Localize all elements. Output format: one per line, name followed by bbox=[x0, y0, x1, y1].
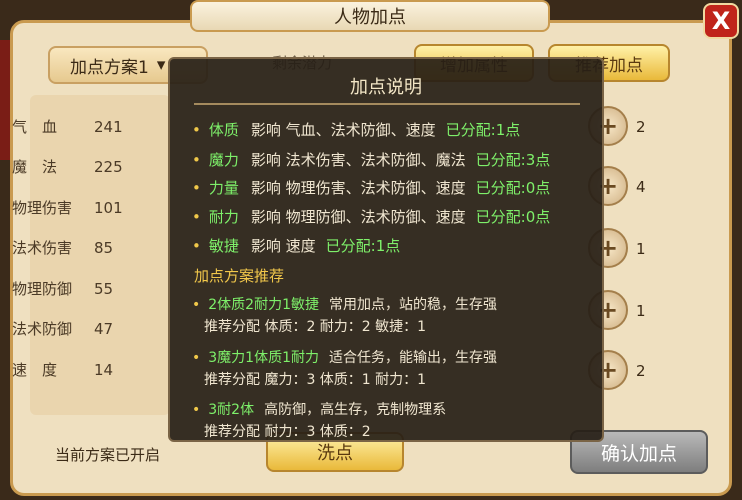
recommendation-alloc: 推荐分配 体质：2 耐力：2 敏捷：1 bbox=[204, 319, 427, 335]
stat-value: 241 bbox=[94, 117, 123, 136]
stat-row: 速 度 14 bbox=[12, 359, 113, 380]
recommendation-name: 2体质2耐力1敏捷 bbox=[208, 297, 319, 313]
stat-value: 14 bbox=[94, 360, 114, 379]
recommendation-desc: 适合任务，能输出，生存强 bbox=[329, 350, 497, 366]
recommendation-item: • 3魔力1体质1耐力 适合任务，能输出，生存强 bbox=[192, 347, 497, 367]
stat-name: 物理防御 bbox=[12, 280, 73, 298]
attribute-name: 魔力 bbox=[208, 151, 239, 169]
stat-value: 47 bbox=[94, 319, 114, 338]
points-explanation-tooltip: 加点说明 • 体质 影响 气血、法术防御、速度 已分配:1点 • 魔力 影响 法术伤害、法… bbox=[168, 57, 604, 442]
bullet-icon: • bbox=[192, 297, 201, 313]
attribute-explanation: • 体质 影响 气血、法术防御、速度 已分配:1点 bbox=[192, 119, 520, 140]
bullet-icon: • bbox=[192, 179, 201, 197]
wash-points-label: 洗点 bbox=[317, 443, 353, 464]
stat-value: 85 bbox=[94, 238, 114, 257]
bullet-icon: • bbox=[192, 151, 201, 169]
attribute-assigned: 已分配:1点 bbox=[325, 237, 401, 255]
recommendation-item: • 3耐2体 高防御，高生存，克制物理系 bbox=[192, 399, 446, 419]
attribute-points: 1 bbox=[636, 302, 646, 320]
stat-name: 速 度 bbox=[12, 361, 58, 379]
recommendation-name: 3魔力1体质1耐力 bbox=[208, 350, 319, 366]
recommendation-desc: 常用加点，站的稳，生存强 bbox=[329, 297, 497, 313]
attribute-points: 2 bbox=[636, 118, 646, 136]
attribute-assigned: 已分配:3点 bbox=[475, 151, 551, 169]
stat-name: 气 血 bbox=[12, 118, 58, 136]
stat-row: 法术防御 47 bbox=[12, 318, 113, 339]
chevron-down-icon: ▾ bbox=[156, 55, 166, 75]
attribute-name: 耐力 bbox=[208, 208, 239, 226]
stat-row: 气 血 241 bbox=[12, 116, 123, 137]
recommendation-item: • 2体质2耐力1敏捷 常用加点，站的稳，生存强 bbox=[192, 294, 497, 314]
tooltip-divider bbox=[194, 103, 580, 105]
tooltip-title: 加点说明 bbox=[350, 77, 422, 98]
attribute-name: 敏捷 bbox=[208, 237, 239, 255]
window-title: 人物加点 bbox=[190, 0, 550, 32]
attribute-name: 力量 bbox=[208, 179, 239, 197]
close-button[interactable]: X bbox=[703, 3, 739, 39]
stat-name: 物理伤害 bbox=[12, 199, 73, 217]
bullet-icon: • bbox=[192, 208, 201, 226]
attribute-points: 2 bbox=[636, 362, 646, 380]
attribute-explanation: • 魔力 影响 法术伤害、法术防御、魔法 已分配:3点 bbox=[192, 149, 550, 170]
bullet-icon: • bbox=[192, 402, 201, 418]
stat-row: 法术伤害 85 bbox=[12, 237, 113, 258]
attribute-effect: 影响 物理伤害、法术防御、速度 bbox=[250, 179, 466, 197]
recommendation-desc: 高防御，高生存，克制物理系 bbox=[264, 402, 447, 418]
bullet-icon: • bbox=[192, 350, 201, 366]
attribute-assigned: 已分配:0点 bbox=[475, 179, 551, 197]
window-title-text: 人物加点 bbox=[334, 7, 406, 28]
stat-name: 魔 法 bbox=[12, 158, 58, 176]
stat-row: 魔 法 225 bbox=[12, 156, 123, 177]
bullet-icon: • bbox=[192, 121, 201, 139]
recommendation-heading: 加点方案推荐 bbox=[194, 267, 285, 285]
scheme-status-text: 当前方案已开启 bbox=[55, 446, 161, 464]
recommendation-alloc: 推荐分配 耐力：3 体质：2 bbox=[204, 424, 371, 440]
close-icon: X bbox=[711, 7, 731, 35]
attribute-assigned: 已分配:1点 bbox=[445, 121, 521, 139]
attribute-effect: 影响 速度 bbox=[250, 237, 316, 255]
recommendation-alloc: 推荐分配 魔力：3 体质：1 耐力：1 bbox=[204, 372, 427, 388]
attribute-explanation: • 耐力 影响 物理防御、法术防御、速度 已分配:0点 bbox=[192, 206, 550, 227]
stat-name: 法术防御 bbox=[12, 320, 73, 338]
recommendation-name: 3耐2体 bbox=[208, 402, 255, 418]
stat-value: 225 bbox=[94, 157, 123, 176]
attribute-points: 4 bbox=[636, 178, 646, 196]
bullet-icon: • bbox=[192, 237, 201, 255]
confirm-points-label: 确认加点 bbox=[600, 442, 677, 465]
stat-row: 物理防御 55 bbox=[12, 278, 113, 299]
attribute-explanation: • 力量 影响 物理伤害、法术防御、速度 已分配:0点 bbox=[192, 177, 550, 198]
attribute-points: 1 bbox=[636, 240, 646, 258]
attribute-explanation: • 敏捷 影响 速度 已分配:1点 bbox=[192, 235, 400, 256]
attribute-effect: 影响 物理防御、法术防御、速度 bbox=[250, 208, 466, 226]
stat-name: 法术伤害 bbox=[12, 239, 73, 257]
scheme-dropdown-label: 加点方案1 bbox=[70, 57, 149, 78]
attribute-effect: 影响 气血、法术防御、速度 bbox=[250, 121, 436, 139]
attribute-effect: 影响 法术伤害、法术防御、魔法 bbox=[250, 151, 466, 169]
stat-value: 55 bbox=[94, 279, 114, 298]
attribute-name: 体质 bbox=[208, 121, 239, 139]
stat-row: 物理伤害 101 bbox=[12, 197, 123, 218]
attribute-assigned: 已分配:0点 bbox=[475, 208, 551, 226]
stat-value: 101 bbox=[94, 198, 123, 217]
